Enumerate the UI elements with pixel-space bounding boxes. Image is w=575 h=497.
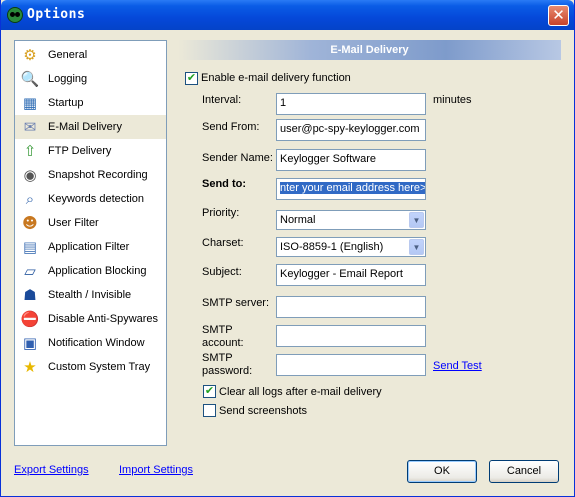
envelope-icon: ✉ — [23, 117, 37, 136]
title-bar[interactable]: Options ✕ — [1, 0, 574, 30]
sidebar-item-label: Application Blocking — [48, 265, 147, 277]
send-to-value: nter your email address here> — [280, 182, 426, 194]
send-to-input[interactable]: nter your email address here> — [276, 178, 426, 200]
subject-input[interactable]: Keylogger - Email Report — [276, 264, 426, 286]
notification-window-icon: ▣ — [22, 333, 38, 352]
sidebar-item-e-mail-delivery[interactable]: ✉ E-Mail Delivery — [15, 115, 166, 139]
check-icon: ✔ — [186, 72, 197, 84]
send-screenshots-checkbox[interactable] — [203, 404, 216, 417]
sidebar-item-startup[interactable]: ▦ Startup — [15, 91, 166, 115]
smtp-account-input[interactable] — [276, 325, 426, 347]
chevron-down-icon[interactable]: ▼ — [409, 212, 424, 228]
sidebar-item-notification-window[interactable]: ▣ Notification Window — [15, 331, 166, 355]
sidebar-item-label: User Filter — [48, 217, 99, 229]
charset-value: ISO-8859-1 (English) — [280, 241, 384, 253]
import-settings-link[interactable]: Import Settings — [119, 464, 193, 476]
sidebar-item-label: Notification Window — [48, 337, 145, 349]
sender-name-label: Sender Name: — [202, 152, 273, 164]
app-block-icon: ▱ — [24, 261, 36, 280]
up-arrow-icon: ⇧ — [23, 141, 37, 160]
sidebar-item-label: Stealth / Invisible — [48, 289, 132, 301]
priority-select[interactable]: Normal ▼ — [276, 210, 426, 230]
send-test-link[interactable]: Send Test — [433, 360, 482, 372]
shield-block-icon: ⛔ — [20, 309, 40, 328]
sidebar-item-label: Logging — [48, 73, 88, 85]
sidebar-item-label: E-Mail Delivery — [48, 121, 122, 133]
sidebar-item-label: Disable Anti-Spywares — [48, 313, 159, 325]
clear-logs-label: Clear all logs after e-mail delivery — [219, 386, 382, 398]
charset-select[interactable]: ISO-8859-1 (English) ▼ — [276, 237, 426, 257]
priority-label: Priority: — [202, 207, 240, 219]
send-from-input[interactable]: user@pc-spy-keylogger.com — [276, 119, 426, 141]
send-screenshots-label: Send screenshots — [219, 405, 308, 417]
sidebar-item-label: Application Filter — [48, 241, 130, 253]
sidebar-item-label: Startup — [48, 97, 84, 109]
sidebar-item-application-blocking[interactable]: ▱ Application Blocking — [15, 259, 166, 283]
camera-icon: ◉ — [23, 165, 37, 184]
options-nav-list[interactable]: ⚙ General 🔍 Logging ▦ Startup ✉ E-Mail Delivery… — [14, 40, 167, 446]
interval-label: Interval: — [202, 94, 242, 106]
gear-icon: ⚙ — [23, 45, 37, 64]
smtp-account-label: SMTP account: — [202, 324, 244, 349]
smtp-server-input[interactable] — [276, 296, 426, 318]
check-icon: ✔ — [204, 385, 215, 397]
sender-name-input[interactable]: Keylogger Software — [276, 149, 426, 171]
startup-icon: ▦ — [22, 93, 38, 112]
sidebar-item-label: Custom System Tray — [48, 361, 151, 373]
close-button[interactable]: ✕ — [548, 5, 569, 26]
sidebar-item-custom-system-tray[interactable]: ★ Custom System Tray — [15, 355, 166, 379]
sidebar-item-label: General — [48, 49, 88, 61]
window-title: Options — [27, 7, 86, 22]
chevron-down-icon[interactable]: ▼ — [409, 239, 424, 255]
sidebar-item-application-filter[interactable]: ▤ Application Filter — [15, 235, 166, 259]
interval-input[interactable]: 1 — [276, 93, 426, 115]
export-settings-link[interactable]: Export Settings — [14, 464, 89, 476]
users-icon: ☻ — [22, 213, 38, 232]
stealth-icon: ☗ — [23, 285, 37, 304]
sidebar-item-general[interactable]: ⚙ General — [15, 43, 166, 67]
sidebar-item-keywords-detection[interactable]: ⌕ Keywords detection — [15, 187, 166, 211]
sidebar-item-label: Keywords detection — [48, 193, 144, 205]
sidebar-item-logging[interactable]: 🔍 Logging — [15, 67, 166, 91]
app-alien-icon — [7, 7, 23, 23]
send-to-label: Send to: — [202, 178, 246, 190]
priority-value: Normal — [280, 214, 316, 226]
panel-header: E-Mail Delivery — [178, 40, 561, 60]
send-from-label: Send From: — [202, 121, 260, 133]
charset-label: Charset: — [202, 237, 244, 249]
smtp-password-label: SMTP password: — [202, 352, 253, 377]
sidebar-item-disable-anti-spywares[interactable]: ⛔ Disable Anti-Spywares — [15, 307, 166, 331]
enable-email-checkbox[interactable]: ✔ — [185, 72, 198, 85]
sidebar-item-user-filter[interactable]: ☻ User Filter — [15, 211, 166, 235]
cancel-button[interactable]: Cancel — [489, 460, 559, 483]
ok-button[interactable]: OK — [407, 460, 477, 483]
star-icon: ★ — [23, 357, 37, 376]
smtp-password-input[interactable] — [276, 354, 426, 376]
clear-logs-checkbox[interactable]: ✔ — [203, 385, 216, 398]
smtp-server-label: SMTP server: — [202, 297, 270, 309]
sidebar-item-stealth-invisible[interactable]: ☗ Stealth / Invisible — [15, 283, 166, 307]
sidebar-item-ftp-delivery[interactable]: ⇧ FTP Delivery — [15, 139, 166, 163]
magnifier-log-icon: 🔍 — [20, 69, 40, 88]
sidebar-item-snapshot-recording[interactable]: ◉ Snapshot Recording — [15, 163, 166, 187]
search-icon: ⌕ — [25, 189, 35, 208]
subject-label: Subject: — [202, 266, 242, 278]
sidebar-item-label: FTP Delivery — [48, 145, 112, 157]
app-filter-icon: ▤ — [22, 237, 38, 256]
sidebar-item-label: Snapshot Recording — [48, 169, 148, 181]
interval-unit: minutes — [433, 94, 472, 106]
enable-email-label: Enable e-mail delivery function — [201, 72, 351, 84]
options-window: Options ✕ ⚙ General 🔍 Logging ▦ Startup ✉ E-Mai… — [0, 0, 575, 497]
